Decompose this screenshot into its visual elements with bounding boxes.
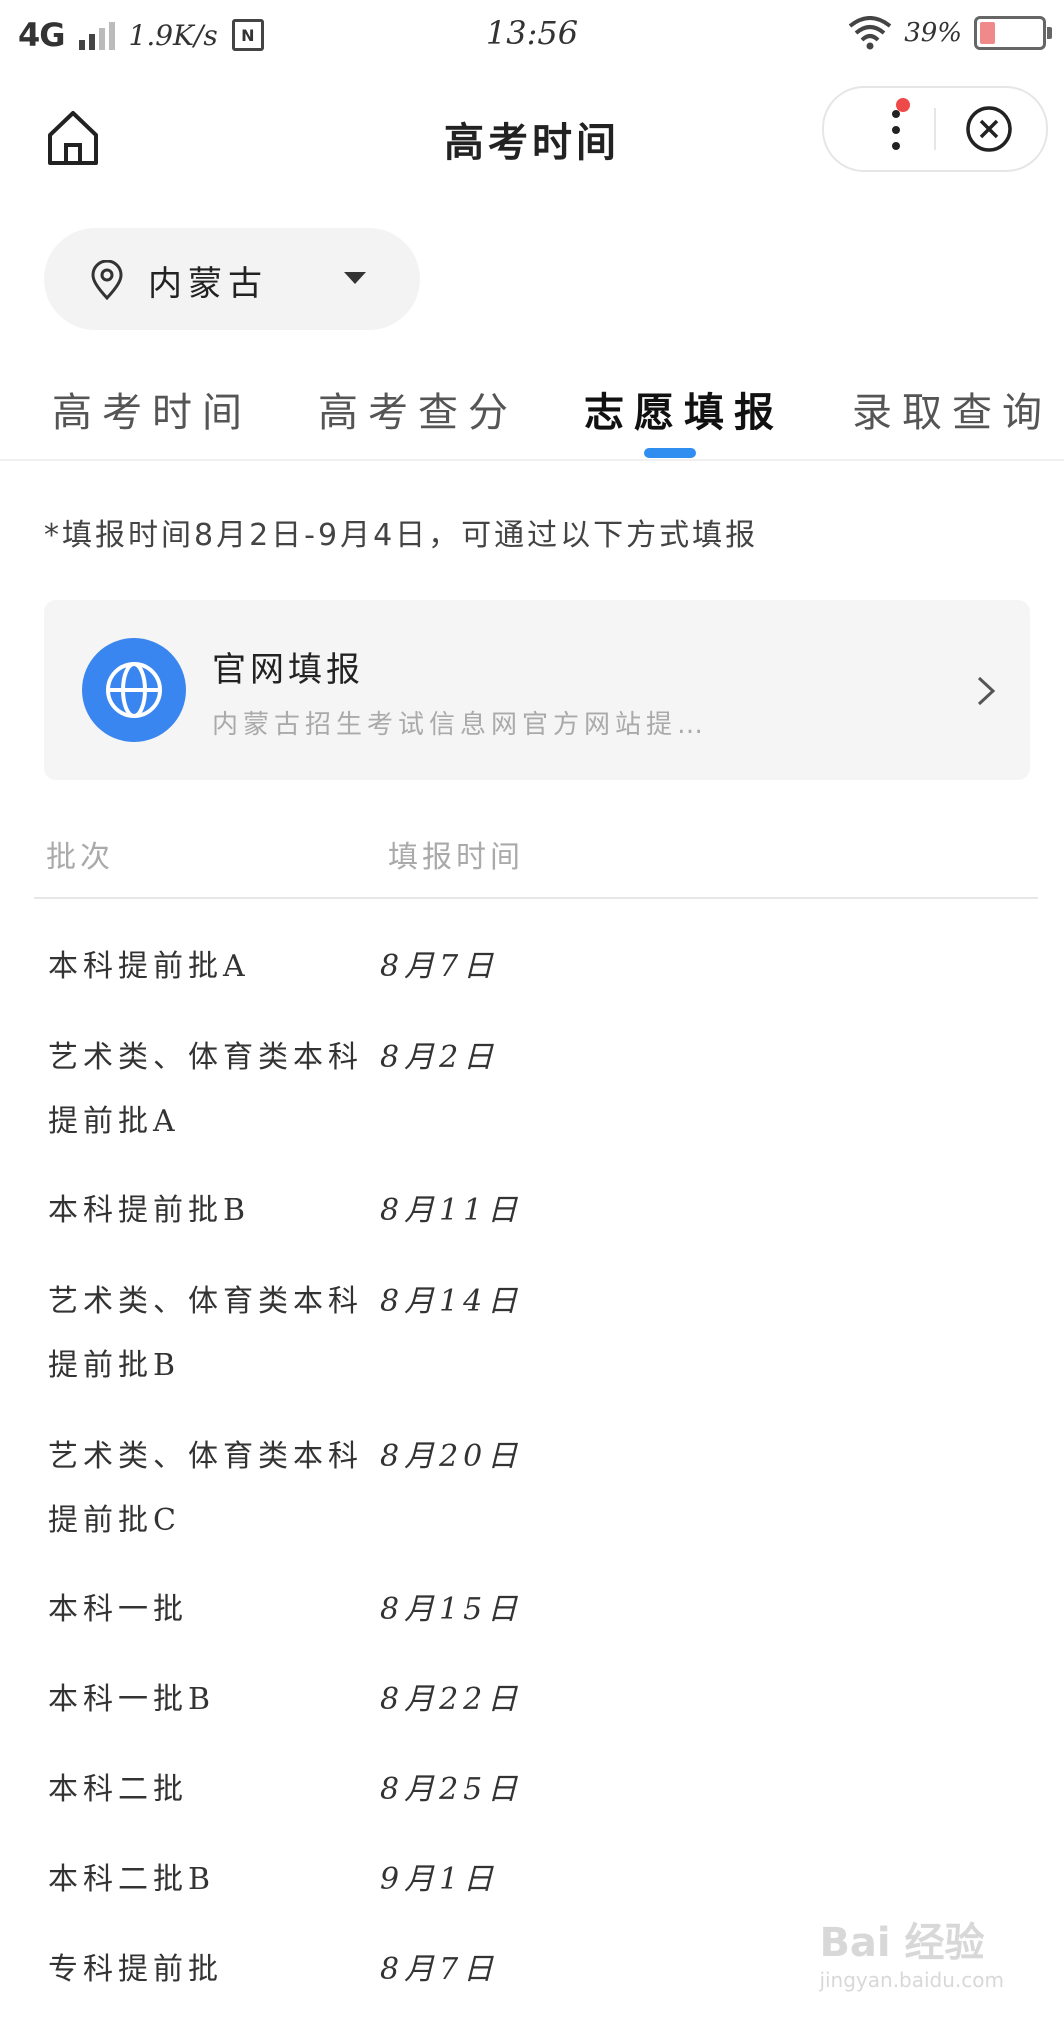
official-website-card[interactable]: 官网填报 内蒙古招生考试信息网官方网站提… bbox=[44, 600, 1030, 780]
application-note: *填报时间8月2日-9月4日，可通过以下方式填报 bbox=[44, 518, 759, 553]
date-cell: 8月15日 bbox=[380, 1592, 523, 1627]
battery-icon bbox=[974, 16, 1052, 50]
tab-score-query[interactable]: 高考查分 bbox=[318, 380, 518, 438]
batch-cell: 艺术类、体育类本科提前批A bbox=[48, 1040, 363, 1139]
date-cell: 8月22日 bbox=[380, 1682, 523, 1717]
tabs-divider bbox=[0, 459, 1064, 461]
tab-application[interactable]: 志愿填报 bbox=[584, 380, 784, 438]
date-cell: 8月11日 bbox=[380, 1193, 523, 1228]
tab-gaokao-time[interactable]: 高考时间 bbox=[52, 380, 252, 438]
more-icon[interactable] bbox=[876, 106, 916, 154]
globe-icon bbox=[82, 638, 186, 742]
date-cell: 8月2日 bbox=[380, 1040, 499, 1075]
notification-dot bbox=[896, 98, 910, 112]
chevron-right-icon bbox=[977, 676, 996, 706]
batch-cell: 艺术类、体育类本科提前批B bbox=[48, 1284, 363, 1383]
batch-cell: 本科提前批B bbox=[48, 1193, 251, 1228]
card-subtitle: 内蒙古招生考试信息网官方网站提… bbox=[212, 710, 709, 740]
batch-cell: 本科一批 bbox=[48, 1592, 188, 1627]
date-cell: 8月7日 bbox=[380, 949, 499, 984]
wifi-icon bbox=[848, 16, 892, 50]
date-cell: 8月25日 bbox=[380, 1772, 523, 1807]
date-cell: 8月7日 bbox=[380, 1952, 499, 1987]
chevron-down-icon bbox=[344, 272, 366, 284]
watermark-brand: Bai 经验 bbox=[819, 1920, 985, 1966]
batch-cell: 本科提前批A bbox=[48, 949, 250, 984]
column-header-date: 填报时间 bbox=[388, 840, 524, 875]
status-right: 39% bbox=[848, 16, 1052, 50]
batch-cell: 本科二批B bbox=[48, 1862, 216, 1897]
location-pin-icon bbox=[91, 260, 123, 300]
location-label: 内蒙古 bbox=[148, 264, 268, 304]
close-icon[interactable] bbox=[964, 104, 1014, 154]
capsule-divider bbox=[934, 108, 936, 150]
batch-cell: 本科一批B bbox=[48, 1682, 216, 1717]
watermark-url: jingyan.baidu.com bbox=[819, 1968, 1004, 1992]
active-tab-indicator bbox=[644, 448, 696, 458]
batch-cell: 艺术类、体育类本科提前批C bbox=[48, 1439, 363, 1538]
battery-percent: 39% bbox=[904, 18, 962, 48]
location-selector[interactable]: 内蒙古 bbox=[44, 228, 420, 330]
tab-admission-query[interactable]: 录取查询 bbox=[852, 380, 1052, 438]
date-cell: 8月20日 bbox=[380, 1439, 523, 1474]
tab-bar: 高考时间 高考查分 志愿填报 录取查询 bbox=[0, 380, 1064, 460]
column-header-batch: 批次 bbox=[46, 840, 114, 875]
batch-cell: 专科提前批 bbox=[48, 1952, 223, 1987]
mini-program-capsule bbox=[822, 86, 1048, 172]
table-header-divider bbox=[34, 897, 1038, 899]
status-bar: 4G 1.9K/s N 13:56 39% bbox=[0, 0, 1064, 72]
date-cell: 9月1日 bbox=[380, 1862, 499, 1897]
batch-cell: 本科二批 bbox=[48, 1772, 188, 1807]
card-title: 官网填报 bbox=[212, 650, 364, 690]
date-cell: 8月14日 bbox=[380, 1284, 523, 1319]
baidu-jingyan-watermark: Bai 经验 jingyan.baidu.com bbox=[819, 1910, 1004, 1992]
